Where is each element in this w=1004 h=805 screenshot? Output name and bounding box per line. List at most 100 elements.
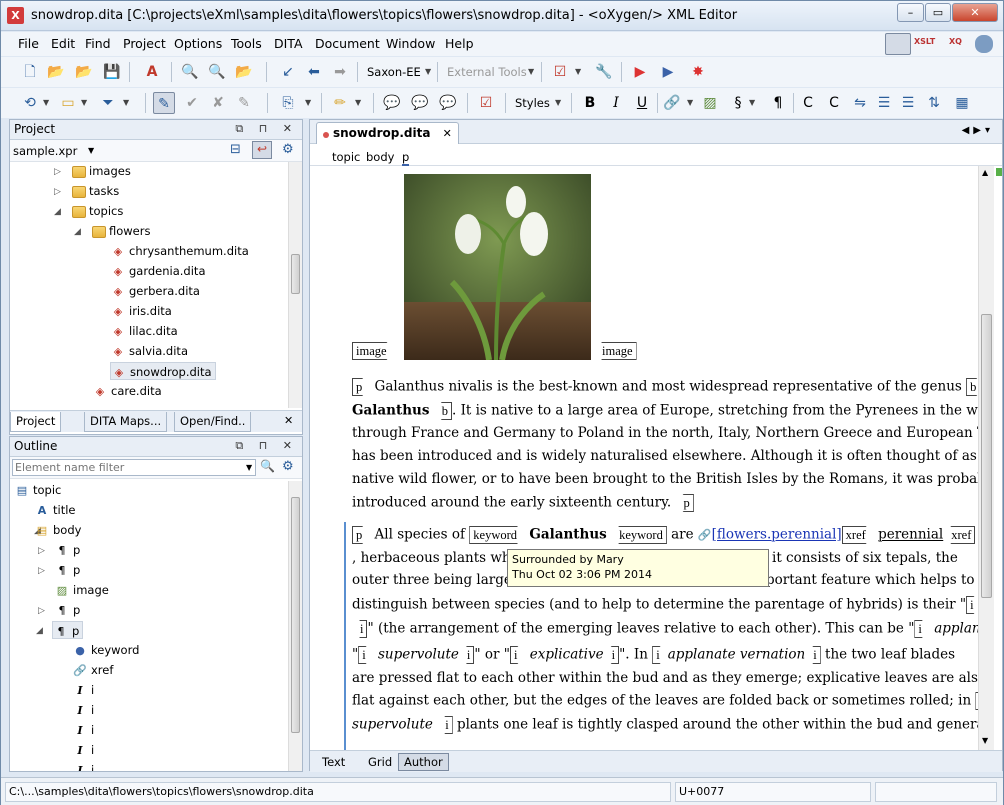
new-file-icon[interactable]: 🗋: [19, 61, 41, 83]
back-icon[interactable]: ⬅: [303, 61, 325, 83]
outline-scrollbar[interactable]: [288, 481, 302, 771]
chevron-down-icon[interactable]: ▼: [123, 98, 129, 107]
outline-item[interactable]: Ii: [72, 701, 94, 719]
sort-icon[interactable]: ⇅: [923, 92, 945, 114]
gear-icon[interactable]: ⚙: [282, 459, 294, 474]
tab-scroll-controls[interactable]: ◀▶▾: [962, 125, 994, 136]
reject-change-icon[interactable]: ✘: [207, 92, 229, 114]
chevron-down-icon[interactable]: ▼: [88, 146, 94, 155]
menu-find[interactable]: Find: [85, 36, 111, 51]
track-changes-icon[interactable]: ✎: [153, 92, 175, 114]
outline-item[interactable]: ¶ p: [54, 561, 81, 579]
tree-item[interactable]: ◈ iris.dita: [110, 302, 172, 320]
tree-item[interactable]: ◈ gerbera.dita: [110, 282, 200, 300]
perspective-editor-button[interactable]: [885, 33, 911, 55]
close-icon[interactable]: ✕: [284, 414, 293, 427]
paragraph-icon[interactable]: ¶: [767, 92, 789, 114]
menu-window[interactable]: Window: [386, 36, 435, 51]
panel-controls[interactable]: ⧉ ⊓ ✕: [235, 439, 298, 453]
table-icon[interactable]: ▦: [951, 92, 973, 114]
xref-start-tag[interactable]: xref: [842, 526, 874, 544]
find-icon[interactable]: 🔍: [179, 61, 201, 83]
find-in-files-icon[interactable]: 🔍: [206, 61, 228, 83]
section-icon[interactable]: §: [727, 92, 749, 114]
gear-icon[interactable]: ⚙: [282, 142, 294, 157]
element-filter-input[interactable]: [12, 459, 256, 476]
image-start-tag[interactable]: image: [352, 342, 395, 360]
chevron-down-icon[interactable]: ▼: [43, 98, 49, 107]
tags-display-icon[interactable]: ▭: [57, 92, 79, 114]
i-start-tag[interactable]: i: [358, 646, 373, 664]
b-end-tag[interactable]: b: [433, 402, 452, 420]
outline-item[interactable]: ▤ topic: [14, 481, 62, 499]
search-icon[interactable]: 🔍: [260, 459, 275, 473]
configure-transform-icon[interactable]: ▶: [657, 61, 679, 83]
cycle-icon[interactable]: ⟲: [19, 92, 41, 114]
chevron-down-icon[interactable]: ▼: [355, 98, 361, 107]
chevron-down-icon[interactable]: ▼: [555, 98, 561, 107]
tree-item[interactable]: tasks: [72, 182, 119, 200]
menu-options[interactable]: Options: [174, 36, 222, 51]
chevron-down-icon[interactable]: ▼: [425, 67, 431, 76]
filter-icon[interactable]: ⏷: [97, 92, 119, 114]
keyword-end-tag[interactable]: keyword: [611, 526, 667, 544]
i-start-tag[interactable]: i: [914, 620, 929, 638]
outline-item[interactable]: Atitle: [34, 501, 76, 519]
ordered-list-icon[interactable]: ☰: [873, 92, 895, 114]
outline-item[interactable]: Ii: [72, 761, 94, 771]
add-comment-icon[interactable]: 💬: [381, 92, 403, 114]
p-start-tag[interactable]: p: [352, 526, 370, 544]
menu-edit[interactable]: Edit: [51, 36, 75, 51]
chevron-down-icon[interactable]: ▼: [575, 67, 581, 76]
accept-change-icon[interactable]: ✔: [181, 92, 203, 114]
tree-item-selected[interactable]: ◈ snowdrop.dita: [110, 362, 216, 380]
conkeyref-icon[interactable]: C: [823, 92, 845, 114]
outline-item[interactable]: Ii: [72, 741, 94, 759]
panel-controls[interactable]: ⧉ ⊓ ✕: [235, 122, 298, 136]
chevron-down-icon[interactable]: ▼: [246, 463, 252, 472]
underline-icon[interactable]: U: [631, 92, 653, 114]
i-end-tag[interactable]: i: [603, 646, 620, 664]
i-start-tag[interactable]: i: [966, 596, 978, 614]
conref-icon[interactable]: C: [797, 92, 819, 114]
remove-comment-icon[interactable]: 💬: [437, 92, 459, 114]
editor-scrollbar[interactable]: ▲ ▼: [978, 166, 994, 750]
tree-item[interactable]: flowers: [92, 222, 150, 240]
i-end-tag[interactable]: i: [805, 646, 821, 664]
tree-item[interactable]: ◈ chrysanthemum.dita: [110, 242, 249, 260]
tree-item[interactable]: ◈ care.dita: [92, 382, 162, 400]
menu-help[interactable]: Help: [445, 36, 474, 51]
close-icon[interactable]: ✕: [443, 127, 452, 140]
open-url-icon[interactable]: 📂: [73, 61, 95, 83]
manage-reviews-icon[interactable]: ☑: [475, 92, 497, 114]
open-file-icon[interactable]: 📂: [45, 61, 67, 83]
outline-item[interactable]: ● keyword: [72, 641, 139, 659]
keyword-start-tag[interactable]: keyword: [469, 526, 525, 544]
transform-scenario-select[interactable]: Saxon-EE: [367, 65, 421, 79]
collapse-all-icon[interactable]: ⊟: [230, 142, 241, 157]
select-icon[interactable]: ↙: [277, 61, 299, 83]
comment-change-icon[interactable]: ✎: [233, 92, 255, 114]
bold-icon[interactable]: B: [579, 92, 601, 114]
unordered-list-icon[interactable]: ☰: [897, 92, 919, 114]
i-start-tag[interactable]: i: [510, 646, 525, 664]
debug-icon[interactable]: ✸: [687, 61, 709, 83]
link-with-editor-icon[interactable]: ↩: [252, 141, 272, 159]
external-tools-select[interactable]: External Tools: [447, 65, 527, 79]
i-end-tag[interactable]: i: [458, 646, 475, 664]
xref-end-tag[interactable]: xref: [943, 526, 976, 544]
outline-item[interactable]: ¶ p: [54, 541, 81, 559]
styles-select[interactable]: Styles: [515, 96, 550, 110]
forward-icon[interactable]: ➡: [329, 61, 351, 83]
tree-item[interactable]: images: [72, 162, 131, 180]
chevron-down-icon[interactable]: ▼: [749, 98, 755, 107]
menu-dita[interactable]: DITA: [274, 36, 303, 51]
outline-item[interactable]: Ii: [72, 681, 94, 699]
paste-icon[interactable]: ⎘: [277, 92, 299, 114]
project-scrollbar[interactable]: [288, 162, 302, 408]
scroll-up-icon[interactable]: ▲: [982, 168, 988, 177]
content-ref-icon[interactable]: ⇋: [849, 92, 871, 114]
breadcrumb-topic[interactable]: topic: [332, 150, 360, 164]
tab-dita-maps[interactable]: DITA Maps...: [84, 412, 168, 432]
tree-item[interactable]: ◈ lilac.dita: [110, 322, 178, 340]
